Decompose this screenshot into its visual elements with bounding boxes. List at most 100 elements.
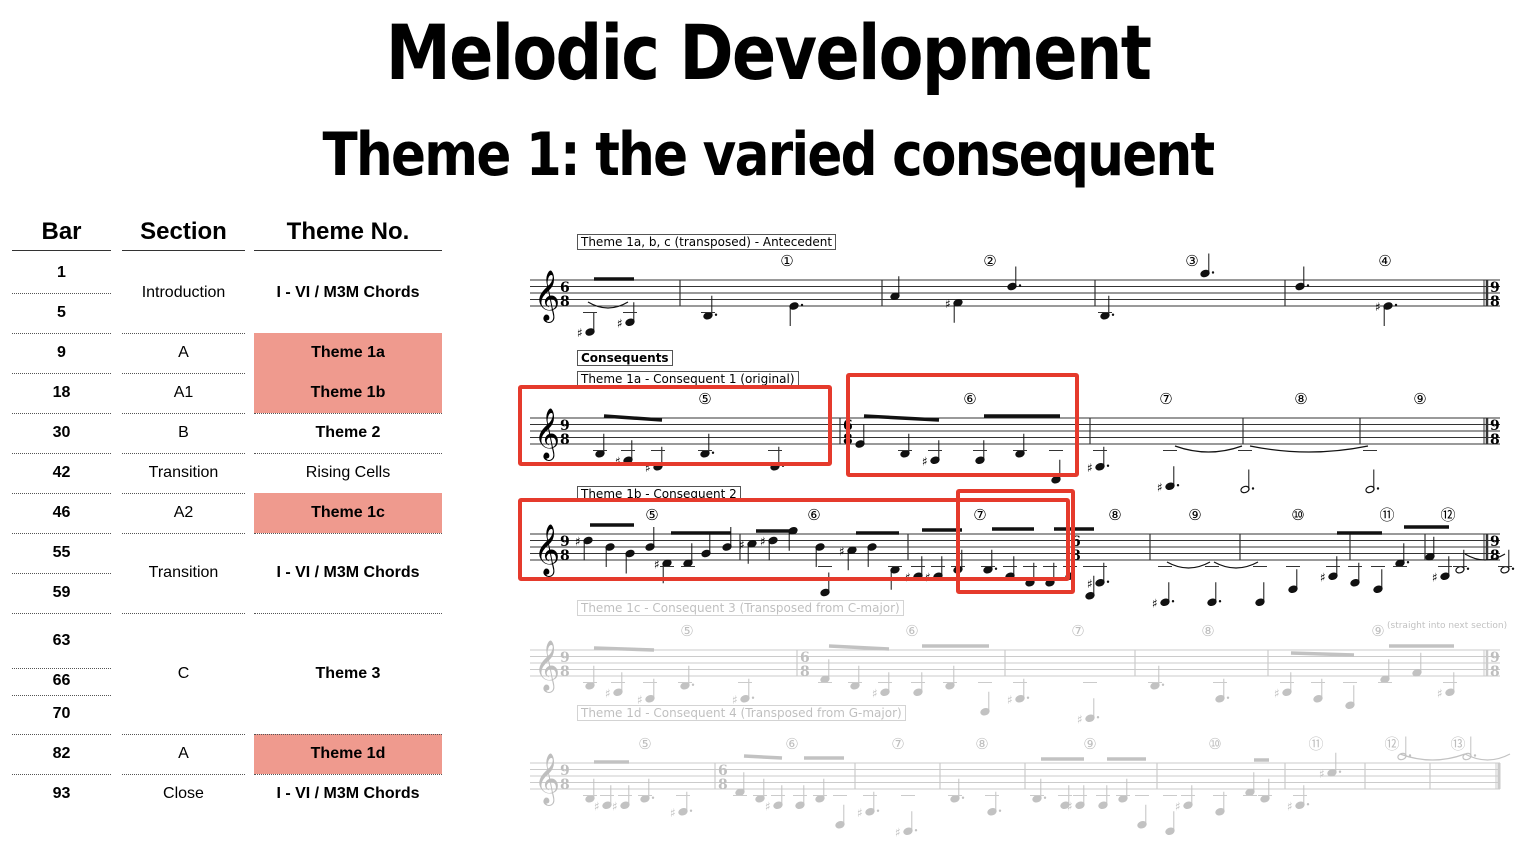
row-divider [12, 293, 111, 294]
beam [743, 754, 783, 760]
dot [651, 796, 655, 799]
measure-number: ⑥ [905, 622, 918, 640]
dot [1171, 600, 1175, 603]
sharp-icon: ♯ [945, 297, 951, 311]
page-title: Melodic Development [385, 8, 1152, 97]
time-signature: 8 [560, 664, 570, 680]
dot [1511, 567, 1515, 570]
beam [828, 644, 890, 651]
section-cell: A [178, 344, 189, 361]
row-divider [12, 413, 111, 414]
beam [593, 646, 655, 652]
row-divider [12, 613, 111, 614]
dot [1306, 803, 1310, 806]
bar-number: 18 [52, 384, 71, 401]
header-bar: Bar [12, 218, 111, 251]
dot [800, 303, 804, 307]
dot [1338, 770, 1342, 773]
section-cell: Close [163, 785, 204, 802]
dot [1161, 683, 1165, 686]
dot [691, 683, 695, 686]
dot [998, 809, 1002, 812]
bar-number: 5 [57, 304, 66, 321]
sharp-icon: ♯ [872, 686, 878, 700]
dot [1211, 271, 1215, 274]
section-cell: A [178, 745, 189, 762]
sharp-icon: ♯ [1087, 577, 1093, 591]
dot [914, 829, 918, 832]
measure-number: ⑤ [680, 622, 693, 640]
time-signature-end: 8 [1490, 294, 1500, 310]
row-divider [12, 373, 111, 374]
time-signature-end: 8 [1490, 664, 1500, 680]
measure-number: ⑨ [1188, 506, 1201, 524]
tie [587, 301, 629, 309]
theme-cell: I - VI / M3M Chords [276, 564, 420, 581]
sharp-icon: ♯ [1274, 686, 1280, 700]
dot [1406, 561, 1410, 564]
dot [1218, 600, 1222, 603]
section-note: (straight into next section) [1387, 621, 1508, 631]
dot [1473, 754, 1477, 757]
measure-number: ③ [1185, 252, 1198, 270]
sharp-icon: ♯ [1175, 799, 1181, 813]
header-section: Section [122, 218, 245, 251]
bar-number: 9 [57, 344, 66, 361]
bar-number: 59 [52, 584, 71, 601]
theme-cell: Theme 3 [315, 664, 381, 682]
time-signature-change: 8 [800, 664, 810, 680]
dot [1226, 696, 1230, 699]
sharp-icon: ♯ [1077, 712, 1083, 726]
theme-cell: Theme 1a [254, 333, 442, 373]
sharp-icon: ♯ [1007, 693, 1013, 707]
time-signature: 8 [560, 294, 570, 310]
bar-number: 30 [52, 424, 71, 441]
row-divider [12, 533, 111, 534]
highlight-box-consequent1-m6 [846, 373, 1079, 477]
sharp-icon: ♯ [1152, 596, 1158, 610]
dot [1306, 284, 1310, 287]
treble-clef-icon: 𝄞 [534, 270, 560, 323]
dot [689, 809, 693, 812]
bar-number: 66 [52, 672, 71, 689]
sharp-icon: ♯ [1432, 570, 1438, 584]
dot [1043, 796, 1047, 799]
section-cell: C [177, 664, 190, 682]
header-theme: Theme No. [254, 218, 442, 251]
measure-number: ⑧ [1294, 390, 1307, 408]
sharp-icon: ♯ [594, 799, 600, 813]
tie [1249, 445, 1369, 453]
sharp-icon: ♯ [895, 825, 901, 839]
bar-number: 1 [57, 264, 66, 281]
tie [1464, 753, 1511, 761]
measure-number: ⑪ [1379, 506, 1394, 524]
measure-number: ⑥ [785, 735, 798, 753]
time-signature-end: 8 [1490, 548, 1500, 564]
sharp-icon: ♯ [1067, 799, 1073, 813]
measure-number: ⑤ [638, 735, 651, 753]
dot [714, 313, 718, 316]
music-staff: 𝄞 6898① ② ③ ④♯♯♯ ♯ [530, 252, 1500, 340]
measure-number: ⑫ [1440, 506, 1455, 524]
section-cell: Transition [148, 464, 219, 481]
dot [1026, 696, 1030, 699]
measure-number: ⑪ [1308, 735, 1323, 753]
dot [1111, 313, 1115, 316]
theme-cell: I - VI / M3M Chords [276, 785, 420, 802]
sharp-icon: ♯ [577, 326, 583, 340]
highlight-box-consequent1-m5 [518, 385, 832, 466]
row-divider [12, 493, 111, 494]
dot [1106, 464, 1110, 467]
theme-cell: Theme 1c [254, 493, 442, 533]
dot [1251, 487, 1255, 490]
row-divider [12, 453, 111, 454]
measure-number: ⑨ [1413, 390, 1426, 408]
measure-number: ⑧ [975, 735, 988, 753]
bar-number: 70 [52, 705, 71, 722]
system-label: Theme 1d - Consequent 4 (Transposed from… [577, 705, 906, 721]
theme-cell: Rising Cells [305, 464, 391, 481]
row-divider [12, 734, 111, 735]
row-divider [12, 573, 111, 574]
measure-number: ⑫ [1384, 735, 1399, 753]
dot [961, 796, 965, 799]
